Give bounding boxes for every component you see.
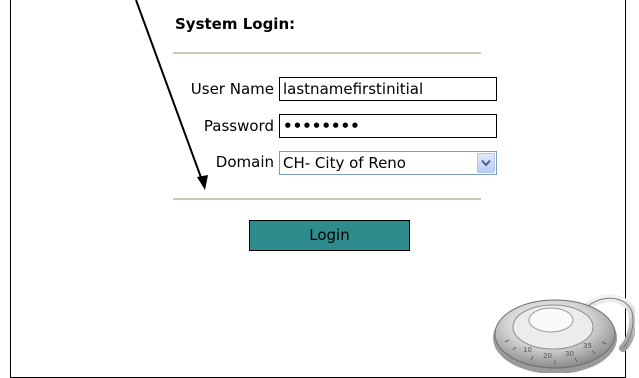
domain-select-value: CH- City of Reno	[283, 154, 406, 172]
svg-text:20: 20	[543, 352, 552, 360]
combination-lock-icon: 10 20 30 35	[493, 294, 635, 373]
domain-dropdown-button[interactable]	[477, 153, 495, 173]
username-field[interactable]: lastnamefirstinitial	[279, 77, 497, 101]
svg-text:30: 30	[565, 350, 574, 358]
login-button[interactable]: Login	[249, 220, 410, 251]
username-label: User Name	[190, 80, 274, 98]
chevron-down-icon	[481, 159, 491, 167]
password-label: Password	[203, 117, 274, 135]
label-column: User Name Password Domain	[150, 0, 274, 373]
domain-label: Domain	[215, 153, 274, 171]
divider-bottom	[173, 198, 481, 200]
password-field[interactable]: ••••••••	[279, 114, 497, 138]
svg-text:10: 10	[523, 346, 532, 354]
svg-text:35: 35	[583, 342, 592, 350]
domain-select[interactable]: CH- City of Reno	[279, 151, 497, 175]
